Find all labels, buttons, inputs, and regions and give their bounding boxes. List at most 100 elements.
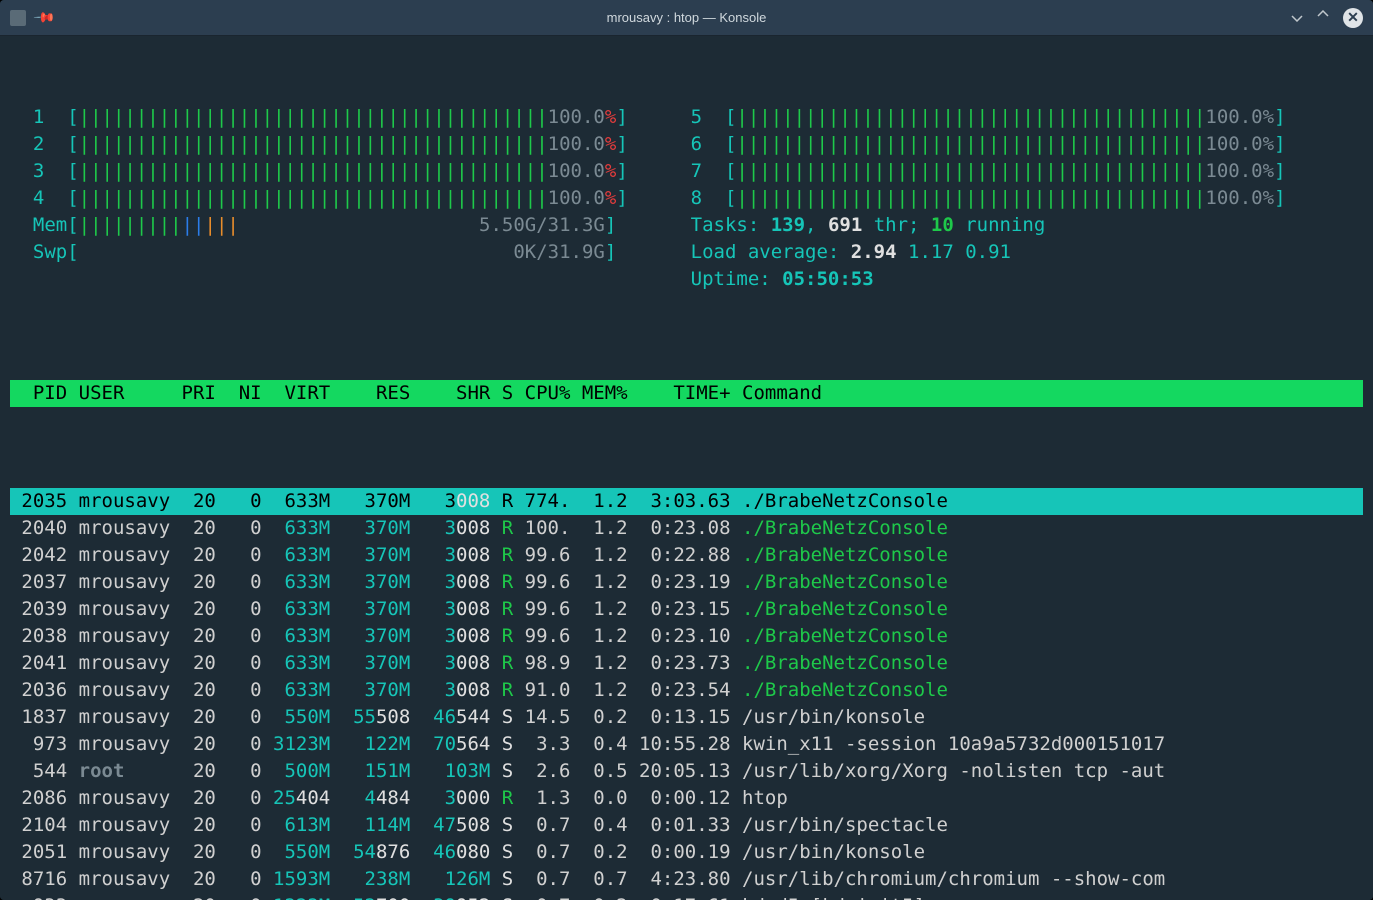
cell-ni: 0 [216, 515, 262, 542]
cell-command: ./BrabeNetzConsole [731, 569, 1363, 596]
cell-pid: 933 [10, 893, 67, 900]
cell-user: mrousavy [67, 812, 170, 839]
close-icon[interactable]: ✕ [1343, 8, 1363, 28]
col-user[interactable]: USER [67, 380, 170, 407]
cell-virt: 633M [262, 488, 331, 515]
cell-virt: 550M [262, 704, 331, 731]
cell-ni: 0 [216, 758, 262, 785]
cell-shr: 3008 [410, 650, 490, 677]
process-row[interactable]: 2036mrousavy200633M370M3008R91.01.20:23.… [10, 677, 1363, 704]
cell-user: mrousavy [67, 839, 170, 866]
cell-cpu: 14.5 [513, 704, 570, 731]
terminal-area[interactable]: 1 [|||||||||||||||||||||||||||||||||||||… [0, 36, 1373, 900]
process-row[interactable]: 2039mrousavy200633M370M3008R99.61.20:23.… [10, 596, 1363, 623]
cell-state: S [490, 866, 513, 893]
cell-virt: 613M [262, 812, 331, 839]
col-pid[interactable]: PID [10, 380, 67, 407]
process-row[interactable]: 933mrousavy2001222M5270039952S0.70.20:17… [10, 893, 1363, 900]
cell-user: mrousavy [67, 488, 170, 515]
cell-cpu: 91.0 [513, 677, 570, 704]
col-cmd[interactable]: Command [731, 380, 1363, 407]
cell-shr: 3008 [410, 596, 490, 623]
cell-virt: 3123M [262, 731, 331, 758]
cell-pri: 20 [170, 515, 216, 542]
process-row[interactable]: 2086mrousavy2002540444843000R1.30.00:00.… [10, 785, 1363, 812]
maximize-icon[interactable] [1317, 10, 1329, 25]
cell-shr: 47508 [410, 812, 490, 839]
col-virt[interactable]: VIRT [262, 380, 331, 407]
cell-mem: 1.2 [570, 623, 627, 650]
cell-virt: 1222M [262, 893, 331, 900]
cell-pri: 20 [170, 731, 216, 758]
process-row[interactable]: 2104mrousavy200613M114M47508S0.70.40:01.… [10, 812, 1363, 839]
col-cpu[interactable]: CPU% [513, 380, 570, 407]
process-row[interactable]: 2037mrousavy200633M370M3008R99.61.20:23.… [10, 569, 1363, 596]
process-row[interactable]: 1837mrousavy200550M5550846544S14.50.20:1… [10, 704, 1363, 731]
cell-shr: 3008 [410, 623, 490, 650]
cell-ni: 0 [216, 488, 262, 515]
col-ni[interactable]: NI [216, 380, 262, 407]
col-shr[interactable]: SHR [410, 380, 490, 407]
process-header[interactable]: PID USER PRI NI VIRT RES SHR S CPU% MEM%… [10, 380, 1363, 407]
cell-command: /usr/bin/konsole [731, 704, 1363, 731]
cell-state: R [490, 785, 513, 812]
process-row[interactable]: 2035mrousavy200633M370M3008R774.1.23:03.… [10, 488, 1363, 515]
process-row[interactable]: 2042mrousavy200633M370M3008R99.61.20:22.… [10, 542, 1363, 569]
cell-cpu: 1.3 [513, 785, 570, 812]
cell-res: 370M [330, 650, 410, 677]
minimize-icon[interactable] [1291, 10, 1303, 25]
cell-user: mrousavy [67, 785, 170, 812]
col-res[interactable]: RES [330, 380, 410, 407]
col-pri[interactable]: PRI [170, 380, 216, 407]
cpu-meter-2: 2 [|||||||||||||||||||||||||||||||||||||… [10, 131, 628, 158]
cell-time: 0:22.88 [628, 542, 731, 569]
cell-ni: 0 [216, 596, 262, 623]
col-s[interactable]: S [490, 380, 513, 407]
process-row[interactable]: 2051mrousavy200550M5487646080S0.70.20:00… [10, 839, 1363, 866]
cell-pri: 20 [170, 569, 216, 596]
cell-cpu: 98.9 [513, 650, 570, 677]
cell-state: S [490, 758, 513, 785]
cell-mem: 1.2 [570, 488, 627, 515]
process-list[interactable]: 2035mrousavy200633M370M3008R774.1.23:03.… [10, 488, 1363, 900]
cpu-meter-8: 8 [|||||||||||||||||||||||||||||||||||||… [668, 185, 1286, 212]
col-time[interactable]: TIME+ [628, 380, 731, 407]
cell-command: ./BrabeNetzConsole [731, 623, 1363, 650]
cell-time: 4:23.80 [628, 866, 731, 893]
cell-pri: 20 [170, 623, 216, 650]
mem-meter: Mem[|||||||||||||| 5.50G/31.3G] [10, 212, 628, 239]
cell-res: 4484 [330, 785, 410, 812]
cell-mem: 1.2 [570, 542, 627, 569]
cell-shr: 3008 [410, 488, 490, 515]
cell-pid: 2041 [10, 650, 67, 677]
cell-command: /usr/bin/konsole [731, 839, 1363, 866]
cell-shr: 39952 [410, 893, 490, 900]
cell-cpu: 99.6 [513, 596, 570, 623]
cell-time: 0:17.61 [628, 893, 731, 900]
process-row[interactable]: 2038mrousavy200633M370M3008R99.61.20:23.… [10, 623, 1363, 650]
cpu-meter-3: 3 [|||||||||||||||||||||||||||||||||||||… [10, 158, 628, 185]
cell-state: R [490, 596, 513, 623]
process-row[interactable]: 2040mrousavy200633M370M3008R100.1.20:23.… [10, 515, 1363, 542]
process-row[interactable]: 973mrousavy2003123M122M70564S3.30.410:55… [10, 731, 1363, 758]
cell-shr: 3008 [410, 569, 490, 596]
process-row[interactable]: 8716mrousavy2001593M238M126MS0.70.74:23.… [10, 866, 1363, 893]
cell-cpu: 99.6 [513, 623, 570, 650]
cell-virt: 633M [262, 542, 331, 569]
app-icon [10, 10, 26, 26]
cell-res: 370M [330, 569, 410, 596]
pin-icon[interactable]: 📌 [33, 5, 57, 29]
cell-cpu: 100. [513, 515, 570, 542]
titlebar[interactable]: 📌 mrousavy : htop — Konsole ✕ [0, 0, 1373, 36]
cell-time: 0:00.12 [628, 785, 731, 812]
process-row[interactable]: 544root200500M151M103MS2.60.520:05.13/us… [10, 758, 1363, 785]
cell-pri: 20 [170, 542, 216, 569]
cell-time: 20:05.13 [628, 758, 731, 785]
cell-ni: 0 [216, 650, 262, 677]
cell-ni: 0 [216, 623, 262, 650]
cell-res: 370M [330, 623, 410, 650]
cell-pid: 8716 [10, 866, 67, 893]
col-mem[interactable]: MEM% [570, 380, 627, 407]
process-row[interactable]: 2041mrousavy200633M370M3008R98.91.20:23.… [10, 650, 1363, 677]
cell-virt: 633M [262, 650, 331, 677]
